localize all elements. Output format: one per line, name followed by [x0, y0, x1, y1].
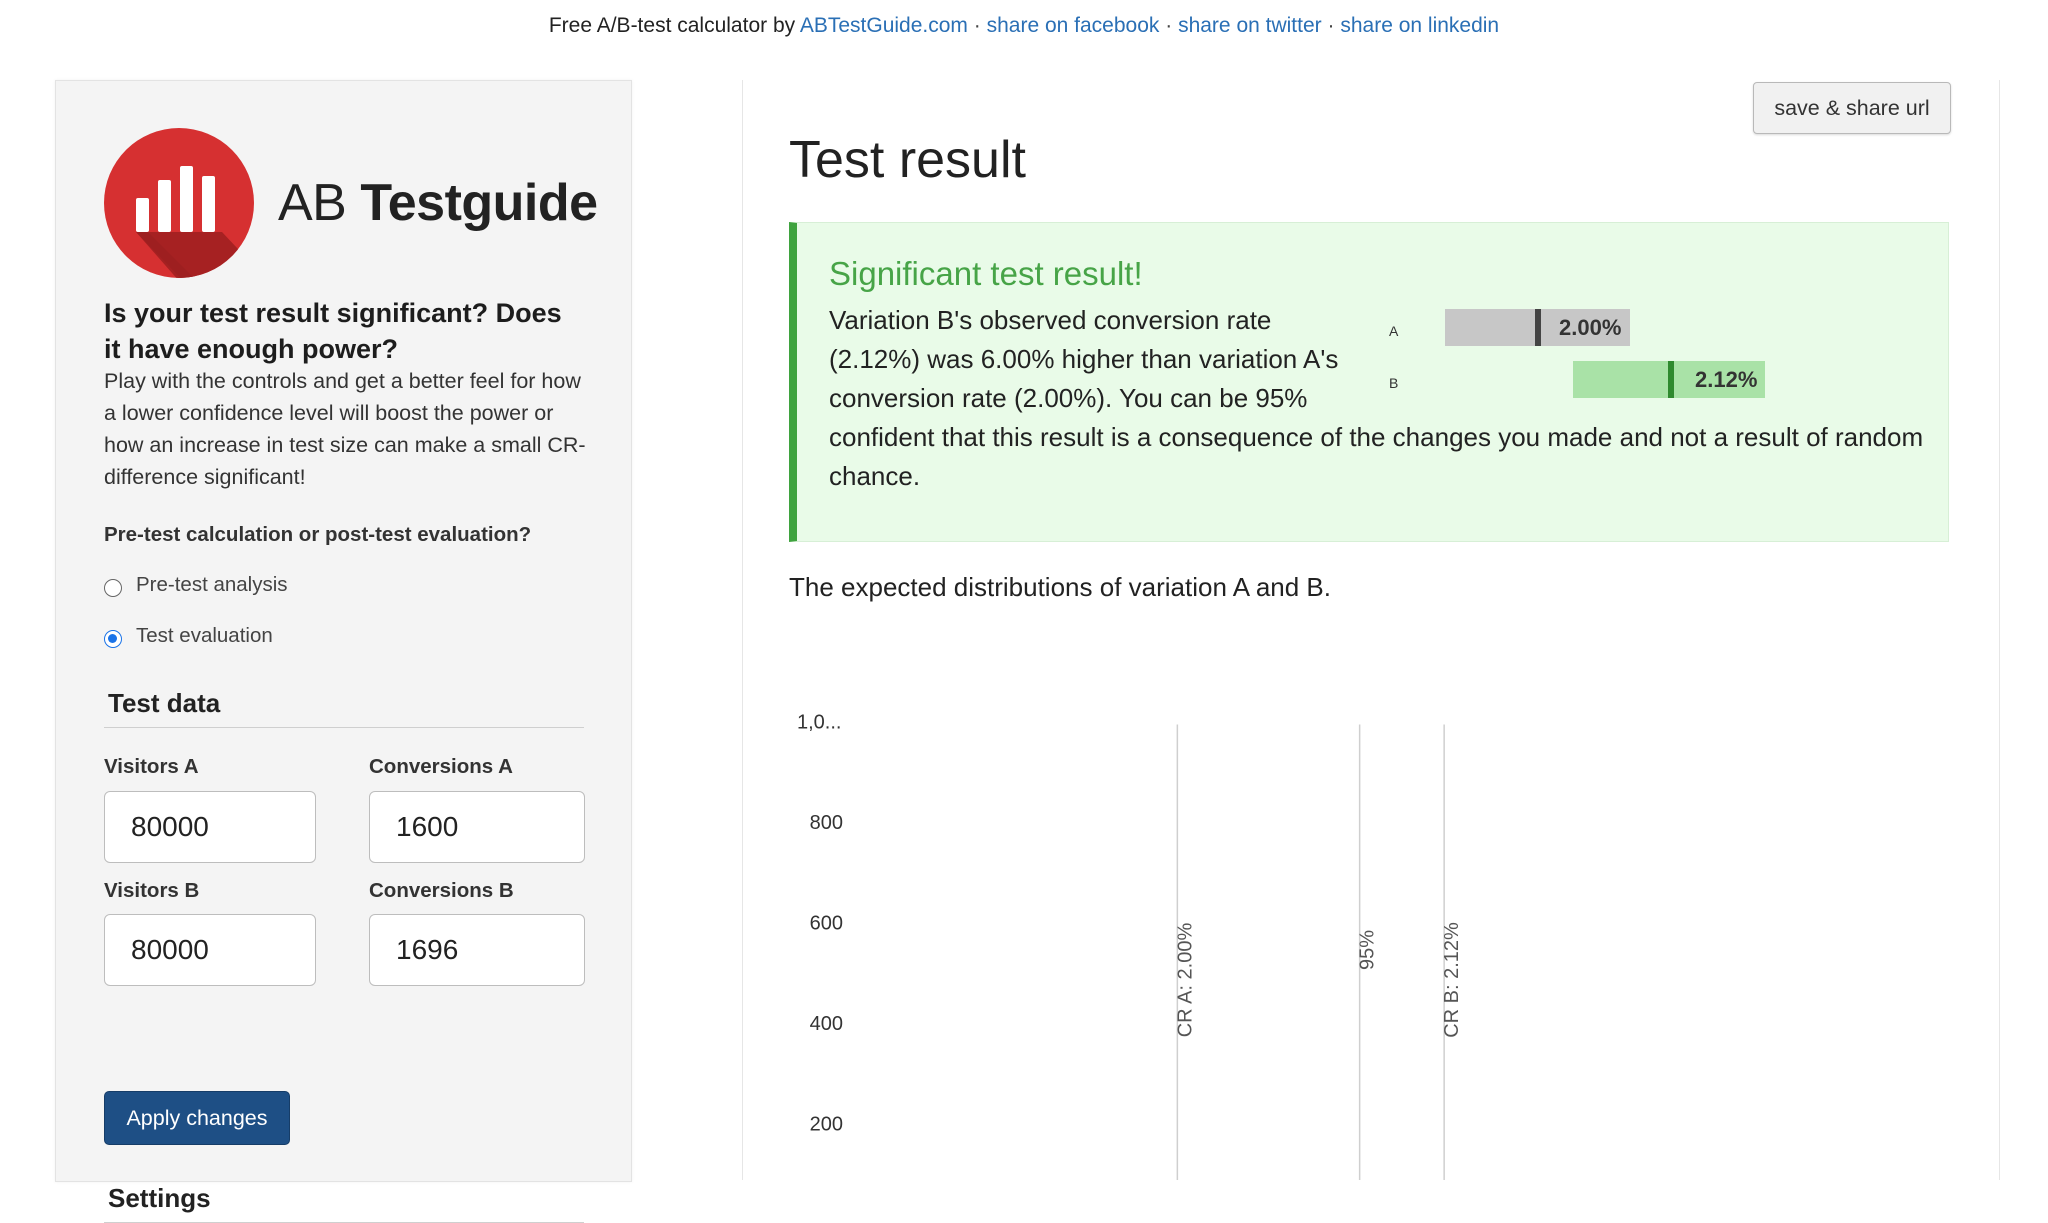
radio-unchecked[interactable]: [104, 579, 122, 597]
conversions-b-label: Conversions B: [369, 879, 514, 902]
abtestguide-logo-icon: [104, 128, 254, 278]
divider: [104, 727, 584, 728]
marker-label: CR A: 2.00%: [1174, 923, 1196, 1038]
conversions-a-label: Conversions A: [369, 755, 513, 778]
top-share-bar: Free A/B-test calculator by ABTestGuide.…: [0, 14, 2048, 38]
conversion-rate-bars: A 2.00% B 2.12%: [1377, 309, 1797, 409]
result-text-part2: confident that this result is a conseque…: [829, 422, 1924, 491]
radio-checked[interactable]: [104, 630, 122, 648]
left-title: Is your test result significant? Does it…: [104, 298, 562, 364]
settings-heading: Settings: [108, 1183, 211, 1213]
y-tick-label: 400: [810, 1013, 843, 1035]
brand-bold: Testguide: [360, 174, 598, 232]
radio-pre-test[interactable]: Pre-test analysis: [104, 573, 288, 597]
mode-question: Pre-test calculation or post-test evalua…: [104, 523, 532, 546]
conversions-b-input[interactable]: [369, 914, 585, 986]
brand-name: AB Testguide: [278, 173, 598, 233]
distribution-chart: 02004006008001,0...1.9%2%2.1%2.2%2.3%CR …: [797, 712, 1463, 1180]
bar-b-value: 2.12%: [1695, 367, 1758, 392]
radio-pre-test-label: Pre-test analysis: [136, 573, 288, 596]
significant-result-box: Significant test result! Variation B's o…: [789, 222, 1949, 542]
share-twitter-link[interactable]: share on twitter: [1178, 14, 1322, 37]
conversions-a-input[interactable]: [369, 791, 585, 863]
left-panel: AB Testguide Is your test result signifi…: [55, 80, 632, 1223]
radio-test-evaluation-label: Test evaluation: [136, 624, 273, 647]
visitors-b-label: Visitors B: [104, 879, 200, 902]
marker-label: CR B: 2.12%: [1441, 922, 1463, 1038]
visitors-b-input[interactable]: [104, 914, 316, 986]
y-tick-label: 600: [810, 913, 843, 935]
test-data-heading: Test data: [108, 688, 221, 718]
y-tick-label: 800: [810, 812, 843, 834]
right-panel: save & share url Test result Significant…: [742, 80, 2000, 1180]
y-tick-label: 200: [810, 1114, 843, 1136]
separator: ·: [973, 14, 981, 37]
bar-a-letter: A: [1389, 323, 1399, 339]
marker-label: 95%: [1357, 930, 1379, 970]
bar-a-value: 2.00%: [1559, 315, 1622, 340]
left-description: Play with the controls and get a better …: [104, 369, 586, 489]
apply-changes-button[interactable]: Apply changes: [104, 1091, 290, 1145]
brand-light: AB: [278, 174, 361, 232]
result-text-part1: Variation B's observed conversion rate (…: [829, 305, 1339, 413]
share-linkedin-link[interactable]: share on linkedin: [1340, 14, 1499, 37]
result-heading: Significant test result!: [829, 255, 1143, 292]
visitors-a-label: Visitors A: [104, 755, 199, 778]
bar-b-marker: [1668, 361, 1674, 398]
share-facebook-link[interactable]: share on facebook: [987, 14, 1160, 37]
separator: ·: [1327, 14, 1335, 37]
abtestguide-link[interactable]: ABTestGuide.com: [800, 14, 968, 37]
save-share-url-button[interactable]: save & share url: [1753, 82, 1951, 134]
bar-a-marker: [1535, 309, 1541, 346]
separator: ·: [1165, 14, 1173, 37]
radio-test-evaluation[interactable]: Test evaluation: [104, 624, 273, 648]
test-result-title: Test result: [789, 131, 1026, 189]
credit-text: Free A/B-test calculator by: [548, 14, 796, 37]
visitors-a-input[interactable]: [104, 791, 316, 863]
bar-b-letter: B: [1389, 375, 1399, 391]
y-tick-label: 1,0...: [797, 712, 841, 734]
distribution-caption: The expected distributions of variation …: [789, 572, 1332, 602]
